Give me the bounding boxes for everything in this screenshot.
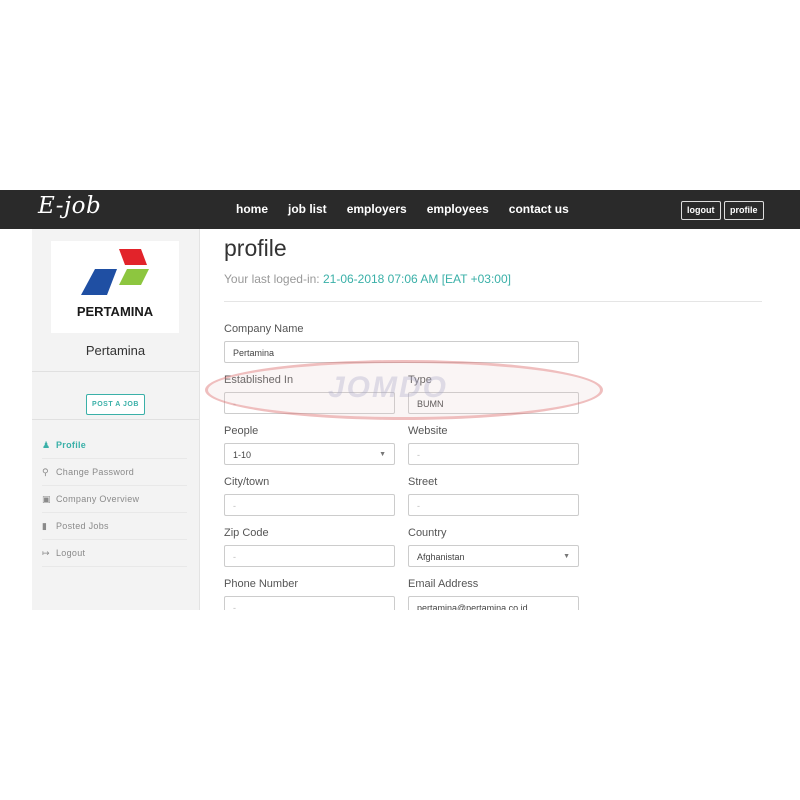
sidebar-item-change-password[interactable]: ⚲ Change Password [42,459,187,486]
divider [224,301,762,302]
email-address-label: Email Address [408,578,479,590]
nav-link-employers[interactable]: employers [347,202,407,216]
last-login-info: Your last loged-in: 21-06-2018 07:06 AM … [224,272,511,286]
sidebar-divider [32,371,199,372]
main-content: profile Your last loged-in: 21-06-2018 0… [224,229,784,610]
user-icon: ♟ [42,439,51,450]
established-in-input[interactable]: - [224,392,395,414]
key-icon: ⚲ [42,466,49,477]
country-select[interactable]: Afghanistan ▼ [408,545,579,567]
email-address-input[interactable]: pertamina@pertamina.co.id [408,596,579,610]
street-input[interactable]: - [408,494,579,516]
caret-down-icon: ▼ [379,451,386,458]
city-input[interactable]: - [224,494,395,516]
logo-wordmark: PERTAMINA [76,304,154,319]
post-job-button[interactable]: POST A JOB [86,394,145,415]
brand-logo[interactable]: E-job [38,193,101,219]
profile-button[interactable]: profile [724,201,764,220]
country-label: Country [408,527,447,539]
page-title: profile [224,235,287,261]
nav-link-contact-us[interactable]: contact us [509,202,569,216]
sidebar-item-label: Change Password [56,467,135,477]
sidebar-divider [32,419,199,420]
caret-down-icon: ▼ [563,553,570,560]
sidebar: PERTAMINA Pertamina POST A JOB ♟ Profile… [32,229,200,610]
sidebar-menu: ♟ Profile ⚲ Change Password ▣ Company Ov… [42,432,187,567]
nav-link-home[interactable]: home [236,202,268,216]
briefcase-icon: ▣ [42,493,51,504]
last-login-timestamp: 21-06-2018 07:06 AM [EAT +03:00] [322,272,511,286]
zip-code-label: Zip Code [224,527,269,539]
website-label: Website [408,425,448,437]
nav-link-job-list[interactable]: job list [288,202,327,216]
website-input[interactable]: - [408,443,579,465]
top-navbar: E-job home job list employers employees … [0,190,800,229]
company-name: Pertamina [85,343,146,358]
pertamina-logo-icon [81,249,149,295]
sidebar-item-profile[interactable]: ♟ Profile [42,432,187,459]
sidebar-item-label: Logout [56,548,86,558]
company-name-label: Company Name [224,323,304,335]
city-label: City/town [224,476,270,488]
people-select-value: 1-10 [233,450,252,460]
sidebar-item-label: Company Overview [56,494,140,504]
established-in-label: Established In [224,374,294,386]
type-label: Type [408,374,432,386]
company-name-input[interactable]: Pertamina [224,341,579,363]
sidebar-item-company-overview[interactable]: ▣ Company Overview [42,486,187,513]
people-label: People [224,425,259,437]
bookmark-icon: ▮ [42,520,48,531]
company-logo: PERTAMINA [51,241,179,333]
people-select[interactable]: 1-10 ▼ [224,443,395,465]
nav-links: home job list employers employees contac… [236,202,589,216]
sidebar-item-label: Posted Jobs [56,521,109,531]
sidebar-item-label: Profile [56,440,87,450]
type-input[interactable]: BUMN [408,392,579,414]
phone-number-label: Phone Number [224,578,298,590]
sign-out-icon: ↦ [42,547,50,558]
logout-button[interactable]: logout [681,201,721,220]
last-login-label: Your last loged-in: [224,272,320,286]
phone-number-input[interactable]: - [224,596,395,610]
street-label: Street [408,476,438,488]
sidebar-item-logout[interactable]: ↦ Logout [42,540,187,567]
app-window: E-job home job list employers employees … [0,190,800,610]
zip-code-input[interactable]: - [224,545,395,567]
country-select-value: Afghanistan [417,552,465,562]
nav-link-employees[interactable]: employees [427,202,489,216]
sidebar-item-posted-jobs[interactable]: ▮ Posted Jobs [42,513,187,540]
